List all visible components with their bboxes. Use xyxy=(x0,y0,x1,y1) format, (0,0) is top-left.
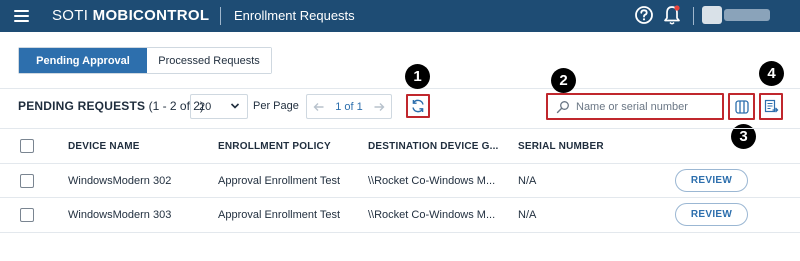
page-indicator: 1 of 1 xyxy=(335,100,363,113)
menu-icon[interactable] xyxy=(14,10,29,22)
topbar-divider xyxy=(693,7,694,25)
destination-group-cell: \\Rocket Co-Windows M... xyxy=(368,175,496,187)
callout-2: 2 xyxy=(551,68,576,93)
help-icon[interactable] xyxy=(634,5,654,25)
tab-processed-requests[interactable]: Processed Requests xyxy=(147,48,271,73)
row-checkbox[interactable] xyxy=(20,174,34,188)
destination-group-cell: \\Rocket Co-Windows M... xyxy=(368,209,496,221)
refresh-button[interactable] xyxy=(406,94,430,118)
export-icon xyxy=(764,99,778,113)
serial-number-cell: N/A xyxy=(518,175,537,187)
pager: 1 of 1 xyxy=(306,94,392,119)
table-bottom-divider xyxy=(0,232,800,233)
search-box xyxy=(546,93,724,120)
search-input[interactable] xyxy=(576,100,716,113)
top-bar: SOTI MOBICONTROL Enrollment Requests xyxy=(0,0,800,32)
arrow-right-icon xyxy=(374,102,385,111)
enrollment-policy-cell: Approval Enrollment Test xyxy=(218,175,341,187)
previous-page-button[interactable] xyxy=(307,95,331,118)
callout-4: 4 xyxy=(759,61,784,86)
arrow-left-icon xyxy=(313,102,324,111)
tab-pending-approval[interactable]: Pending Approval xyxy=(19,48,147,73)
refresh-icon xyxy=(412,99,424,113)
callout-1: 1 xyxy=(405,64,430,89)
column-header-enrollment-policy[interactable]: ENROLLMENT POLICY xyxy=(218,141,331,152)
page-size-select[interactable]: 20 xyxy=(190,94,248,119)
chevron-down-icon xyxy=(230,103,240,109)
device-name-cell: WindowsModern 302 xyxy=(68,175,172,187)
export-button[interactable] xyxy=(759,93,783,120)
column-header-device-name[interactable]: DEVICE NAME xyxy=(68,141,140,152)
user-avatar[interactable] xyxy=(702,4,772,26)
table-row: WindowsModern 302 Approval Enrollment Te… xyxy=(0,163,800,197)
row-checkbox[interactable] xyxy=(20,208,34,222)
table-header: DEVICE NAME ENROLLMENT POLICY DESTINATIO… xyxy=(0,129,800,163)
page-title: Enrollment Requests xyxy=(234,8,355,23)
column-header-serial-number[interactable]: SERIAL NUMBER xyxy=(518,141,604,152)
page-size-value: 20 xyxy=(199,100,212,113)
next-page-button[interactable] xyxy=(367,95,391,118)
tabs-divider xyxy=(0,88,800,89)
review-button[interactable]: REVIEW xyxy=(675,203,748,226)
section-title: PENDING REQUESTS (1 - 2 of 2) xyxy=(18,99,204,113)
device-name-cell: WindowsModern 303 xyxy=(68,209,172,221)
select-all-checkbox[interactable] xyxy=(20,139,34,153)
column-header-destination-group[interactable]: DESTINATION DEVICE G... xyxy=(368,141,499,152)
avatar-block xyxy=(702,6,722,24)
columns-icon xyxy=(734,99,749,114)
brand-logo: SOTI MOBICONTROL xyxy=(52,7,210,24)
bell-icon[interactable] xyxy=(662,4,682,26)
table-row: WindowsModern 303 Approval Enrollment Te… xyxy=(0,197,800,231)
brand-divider xyxy=(220,7,221,25)
serial-number-cell: N/A xyxy=(518,209,537,221)
user-name-block xyxy=(724,9,770,21)
request-tabs: Pending Approval Processed Requests xyxy=(18,47,272,74)
enrollment-policy-cell: Approval Enrollment Test xyxy=(218,209,341,221)
review-button[interactable]: REVIEW xyxy=(675,169,748,192)
per-page-label: Per Page xyxy=(253,100,299,112)
columns-button[interactable] xyxy=(728,93,755,120)
search-icon xyxy=(556,100,569,113)
